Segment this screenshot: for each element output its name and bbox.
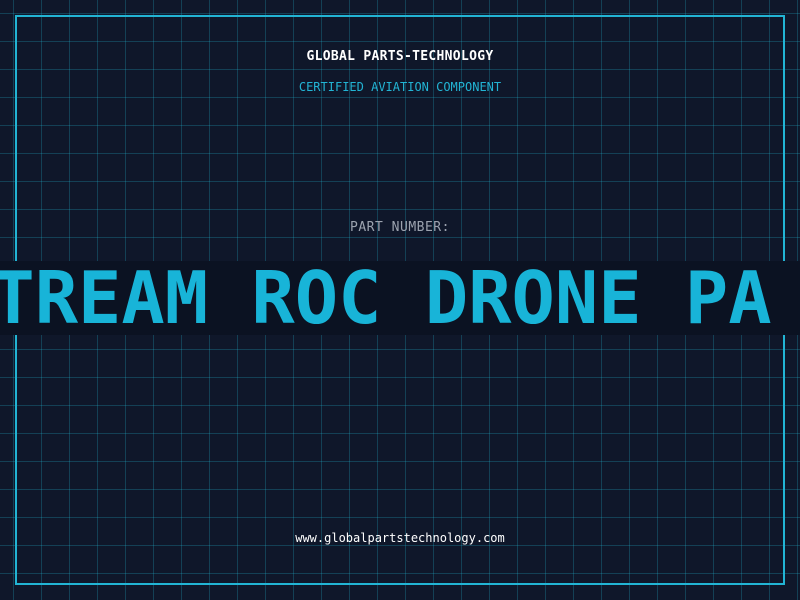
website-url[interactable]: www.globalpartstechnology.com — [0, 531, 800, 545]
part-number-value: STREAM ROC DRONE PA — [0, 261, 772, 335]
company-name: GLOBAL PARTS-TECHNOLOGY — [306, 49, 494, 64]
certification-subtitle: CERTIFIED AVIATION COMPONENT — [298, 80, 502, 94]
part-number-label: PART NUMBER: — [350, 220, 450, 235]
part-number-banner: STREAM ROC DRONE PA — [0, 261, 800, 335]
certificate-page: GLOBAL PARTS-TECHNOLOGY CERTIFIED AVIATI… — [0, 0, 800, 600]
